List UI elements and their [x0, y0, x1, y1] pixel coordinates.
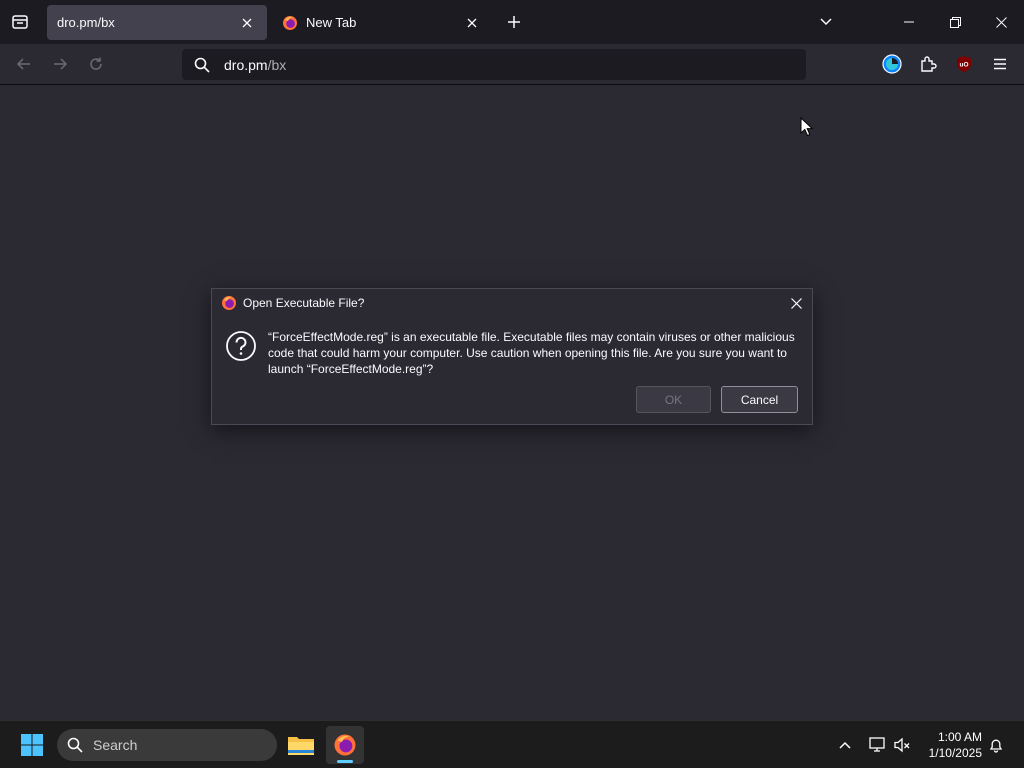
show-hidden-icons-button[interactable] [833, 733, 857, 757]
address-bar[interactable]: dro.pm/bx [182, 49, 806, 80]
close-icon [467, 18, 477, 27]
system-clock[interactable]: 1:00 AM 1/10/2025 [918, 729, 982, 761]
back-button[interactable] [12, 52, 36, 76]
start-button[interactable] [16, 731, 48, 759]
notifications-button[interactable] [984, 733, 1008, 757]
svg-text:uO: uO [959, 62, 968, 69]
tab-close-button[interactable] [462, 13, 482, 33]
reload-button[interactable] [84, 52, 108, 76]
firefox-view-button[interactable] [8, 10, 32, 34]
dialog-title: Open Executable File? [243, 296, 365, 310]
plus-icon [508, 16, 520, 28]
dialog-close-button[interactable] [786, 293, 806, 313]
tab-strip: dro.pm/bx New Tab [0, 0, 1024, 44]
reload-icon [90, 57, 102, 70]
bell-icon [989, 739, 1003, 753]
new-tab-button[interactable] [502, 10, 526, 34]
network-button[interactable] [865, 733, 889, 757]
navigation-toolbar: dro.pm/bx uO [0, 44, 1024, 85]
mouse-cursor-icon [800, 117, 814, 137]
close-icon [995, 16, 1007, 28]
ublock-shield-icon: uO [957, 56, 971, 72]
close-window-button[interactable] [978, 0, 1024, 44]
running-indicator [337, 760, 353, 763]
tab-dro-pm[interactable]: dro.pm/bx [47, 5, 267, 40]
extensions-button[interactable] [916, 52, 940, 76]
dialog-titlebar: Open Executable File? [212, 289, 812, 317]
search-icon [194, 57, 210, 73]
cancel-button[interactable]: Cancel [721, 386, 798, 413]
tab-new-tab[interactable]: New Tab [272, 5, 492, 40]
firefox-view-icon [12, 15, 28, 29]
firefox-logo-icon [222, 296, 236, 310]
arrow-right-icon [54, 58, 68, 70]
chevron-up-icon [839, 741, 851, 749]
taskbar-search-box[interactable]: Search [57, 729, 277, 761]
url-host: dro.pm [224, 56, 268, 73]
file-explorer-taskbar-button[interactable] [282, 726, 320, 764]
list-all-tabs-button[interactable] [814, 10, 838, 34]
speaker-muted-icon [894, 737, 910, 753]
minimize-icon [904, 21, 914, 23]
hamburger-menu-icon [994, 58, 1006, 70]
account-avatar-icon [882, 54, 902, 74]
puzzle-icon [921, 56, 937, 72]
network-wired-icon [869, 737, 885, 752]
restore-button[interactable] [932, 0, 978, 44]
volume-button[interactable] [890, 733, 914, 757]
search-icon [67, 737, 83, 753]
tab-close-button[interactable] [237, 13, 257, 33]
ublock-origin-button[interactable]: uO [952, 52, 976, 76]
account-button[interactable] [880, 52, 904, 76]
app-menu-button[interactable] [988, 52, 1012, 76]
dialog-message: “ForceEffectMode.reg” is an executable f… [268, 330, 795, 376]
folder-icon [288, 737, 314, 755]
close-icon [790, 297, 802, 309]
close-icon [242, 18, 252, 27]
taskbar-search-label: Search [93, 737, 138, 753]
tab-title: dro.pm/bx [57, 15, 115, 30]
forward-button[interactable] [48, 52, 72, 76]
url-text: dro.pm/bx [224, 57, 286, 73]
ok-button[interactable]: OK [636, 386, 711, 413]
question-mark-icon [226, 331, 256, 361]
firefox-logo-icon [334, 734, 356, 756]
firefox-taskbar-button[interactable] [326, 726, 364, 764]
url-path: /bx [267, 56, 287, 73]
taskbar: Search 1:00 AM 1/10/2025 [0, 720, 1024, 768]
open-executable-dialog: Open Executable File? “ForceEffectMode.r… [211, 288, 813, 425]
windows-logo-icon [21, 734, 43, 756]
clock-time: 1:00 AM [937, 730, 982, 744]
tab-title: New Tab [306, 15, 357, 30]
minimize-button[interactable] [886, 0, 932, 44]
arrow-left-icon [16, 58, 30, 70]
clock-date: 1/10/2025 [928, 746, 982, 760]
firefox-logo-icon [283, 15, 297, 30]
chevron-down-icon [820, 18, 832, 26]
restore-icon [949, 16, 961, 28]
